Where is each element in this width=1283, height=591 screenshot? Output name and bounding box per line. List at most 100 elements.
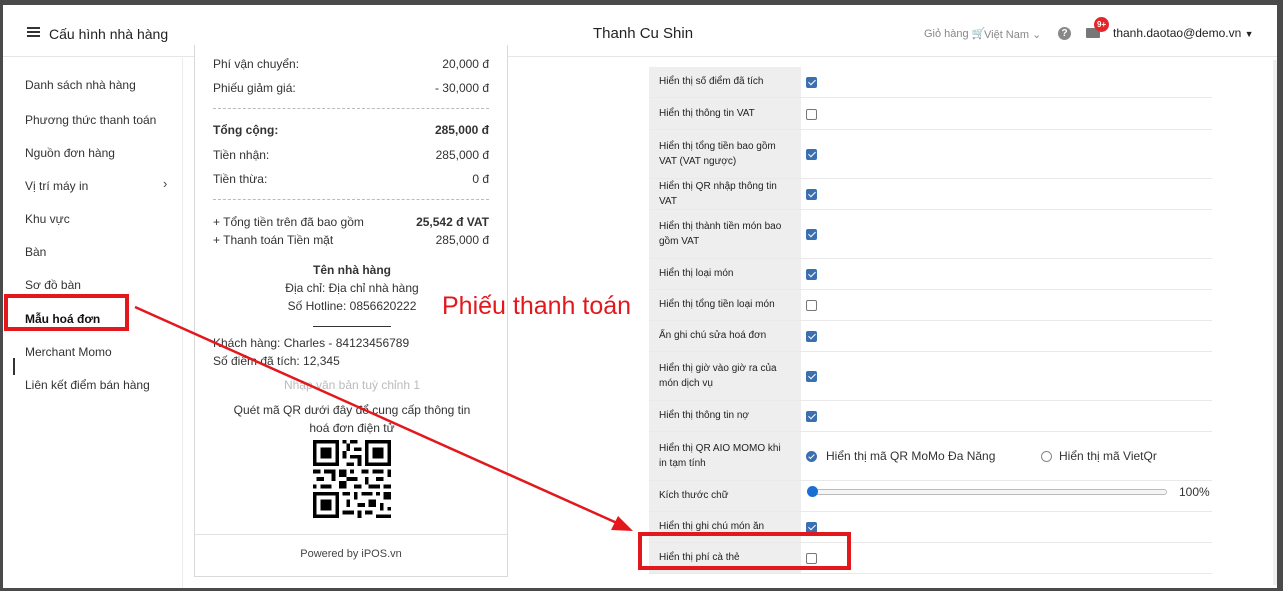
option-row: Hiển thị số điểm đã tích xyxy=(649,67,1212,98)
option-label: Hiển thị số điểm đã tích xyxy=(649,67,801,97)
option-row: Hiển thị tổng tiền loại món xyxy=(649,290,1212,321)
checkbox[interactable] xyxy=(806,522,817,533)
cash-value: 285,000 đ xyxy=(435,233,489,247)
checkbox[interactable] xyxy=(806,371,817,382)
sidebar-item-payment-methods[interactable]: Phương thức thanh toán xyxy=(25,113,156,127)
sidebar: Danh sách nhà hàng Phương thức thanh toá… xyxy=(3,58,183,588)
option-label: Hiển thị thông tin VAT xyxy=(649,98,801,129)
checkbox[interactable] xyxy=(806,109,817,120)
option-row: Hiển thị phí cà thẻ xyxy=(649,543,1212,574)
option-row: Kích thước chữ 100% xyxy=(649,481,1212,512)
option-label: Hiển thị ghi chú món ăn xyxy=(649,512,801,542)
total-value: 285,000 đ xyxy=(434,123,489,137)
app-window: Cấu hình nhà hàng Thanh Cu Shin Giỏ hàng… xyxy=(3,5,1277,588)
checkbox[interactable] xyxy=(806,149,817,160)
radio-vietqr-label[interactable]: Hiển thị mã VietQr xyxy=(1059,449,1157,463)
font-size-slider[interactable] xyxy=(813,489,1167,495)
caret-down-icon: ▼ xyxy=(1244,29,1254,39)
received-label: Tiền nhận: xyxy=(213,148,270,162)
option-row: Hiển thị QR AIO MOMO khi in tạm tính Hiể… xyxy=(649,432,1212,481)
sidebar-item-merchant-momo[interactable]: Merchant Momo xyxy=(25,345,112,359)
option-row: Hiển thị loại món xyxy=(649,259,1212,290)
option-label: Hiển thị phí cà thẻ xyxy=(649,543,801,573)
option-label: Hiển thị tổng tiền bao gồm VAT (VAT ngượ… xyxy=(649,130,801,178)
change-value: 0 đ xyxy=(472,172,489,186)
divider xyxy=(213,199,489,200)
restaurant-name: Tên nhà hàng xyxy=(313,263,391,277)
sidebar-item-invoice-template[interactable]: Mẫu hoá đơn xyxy=(25,312,100,326)
menu-icon[interactable] xyxy=(27,27,40,37)
option-label: Kích thước chữ xyxy=(649,481,801,511)
checkbox[interactable] xyxy=(806,300,817,311)
sidebar-item-table-map[interactable]: Sơ đồ bàn xyxy=(25,278,81,292)
vat-label: + Tổng tiền trên đã bao gồm xyxy=(213,215,364,229)
discount-label: Phiếu giảm giá: xyxy=(213,81,296,95)
cash-label: + Thanh toán Tiền mặt xyxy=(213,233,334,247)
option-row: Hiển thị thành tiền món bao gồm VAT xyxy=(649,210,1212,259)
qr-note-cont: hoá đơn điện tử xyxy=(309,421,395,435)
shop-name: Thanh Cu Shin xyxy=(593,25,694,42)
cart-label: Giỏ hàng xyxy=(924,28,969,40)
annotation-label: Phiếu thanh toán xyxy=(442,292,632,320)
chevron-right-icon[interactable]: › xyxy=(163,176,167,191)
shipping-value: 20,000 đ xyxy=(442,57,489,71)
radio-vietqr[interactable] xyxy=(1041,451,1052,462)
customer-info: Khách hàng: Charles - 84123456789 xyxy=(213,336,410,350)
sidebar-item-table[interactable]: Bàn xyxy=(25,245,46,259)
slider-value: 100% xyxy=(1179,485,1210,499)
discount-value: - 30,000 đ xyxy=(434,81,489,95)
checkbox[interactable] xyxy=(806,331,817,342)
checkbox[interactable] xyxy=(806,77,817,88)
option-label: Hiển thị thành tiền món bao gồm VAT xyxy=(649,210,801,258)
sidebar-item-pos-link[interactable]: Liên kết điểm bán hàng xyxy=(25,378,150,392)
option-label: Hiển thị QR nhập thông tin VAT xyxy=(649,179,801,209)
sidebar-item-printer-location[interactable]: Vị trí máy in xyxy=(25,179,88,193)
slider-handle[interactable] xyxy=(807,486,818,497)
notification-badge: 9+ xyxy=(1094,17,1109,32)
shipping-label: Phí vận chuyển: xyxy=(213,57,300,71)
checkbox[interactable] xyxy=(806,411,817,422)
vat-value: 25,542 đ VAT xyxy=(416,215,489,229)
option-label: Hiển thị QR AIO MOMO khi in tạm tính xyxy=(649,432,801,480)
language-label: Việt Nam xyxy=(984,29,1030,41)
user-menu[interactable]: thanh.daotao@demo.vn ▼ xyxy=(1113,26,1254,40)
scrollbar[interactable] xyxy=(1273,60,1277,585)
page-title: Cấu hình nhà hàng xyxy=(49,26,169,42)
chevron-down-icon: ⌄ xyxy=(1032,29,1042,41)
sidebar-item-order-sources[interactable]: Nguồn đơn hàng xyxy=(25,146,115,160)
option-row: Hiển thị QR nhập thông tin VAT xyxy=(649,179,1212,210)
option-row: Hiển thị tổng tiền bao gồm VAT (VAT ngượ… xyxy=(649,130,1212,179)
option-row: Hiển thị giờ vào giờ ra của món dịch vụ xyxy=(649,352,1212,401)
language-select[interactable]: Việt Nam ⌄ xyxy=(984,28,1041,41)
option-label: Hiển thị loại món xyxy=(649,259,801,289)
custom-text: Nhập văn bản tuỳ chỉnh 1 xyxy=(283,378,421,392)
option-label: Ẩn ghi chú sửa hoá đơn xyxy=(649,321,801,351)
checkbox[interactable] xyxy=(806,229,817,240)
checkbox[interactable] xyxy=(806,189,817,200)
selected-indicator xyxy=(13,358,15,375)
option-row: Hiển thị thông tin nợ xyxy=(649,401,1212,432)
option-row: Ẩn ghi chú sửa hoá đơn xyxy=(649,321,1212,352)
received-value: 285,000 đ xyxy=(435,148,489,162)
cart-link[interactable]: Giỏ hàng 🛒 xyxy=(924,27,985,40)
option-label: Hiển thị thông tin nợ xyxy=(649,401,801,431)
user-email: thanh.daotao@demo.vn xyxy=(1113,26,1242,40)
option-label: Hiển thị tổng tiền loại món xyxy=(649,290,801,320)
radio-momo-label[interactable]: Hiển thị mã QR MoMo Đa Năng xyxy=(826,449,995,463)
radio-momo[interactable] xyxy=(806,451,817,462)
powered-by: Powered by iPOS.vn xyxy=(195,534,507,560)
change-label: Tiền thừa: xyxy=(213,172,268,186)
option-row: Hiển thị ghi chú món ăn xyxy=(649,512,1212,543)
sidebar-item-restaurant-list[interactable]: Danh sách nhà hàng xyxy=(25,78,136,92)
divider xyxy=(213,108,489,109)
option-label: Hiển thị giờ vào giờ ra của món dịch vụ xyxy=(649,352,801,400)
checkbox[interactable] xyxy=(806,553,817,564)
sidebar-item-area[interactable]: Khu vực xyxy=(25,212,70,226)
help-icon[interactable]: ? xyxy=(1058,27,1071,40)
divider xyxy=(313,326,391,327)
qr-note: Quét mã QR dưới đây để cung cấp thông ti… xyxy=(233,403,471,417)
checkbox[interactable] xyxy=(806,269,817,280)
points-info: Số điểm đã tích: 12,345 xyxy=(213,354,340,368)
total-label: Tổng cộng: xyxy=(213,123,279,137)
qr-code-icon xyxy=(313,440,391,518)
